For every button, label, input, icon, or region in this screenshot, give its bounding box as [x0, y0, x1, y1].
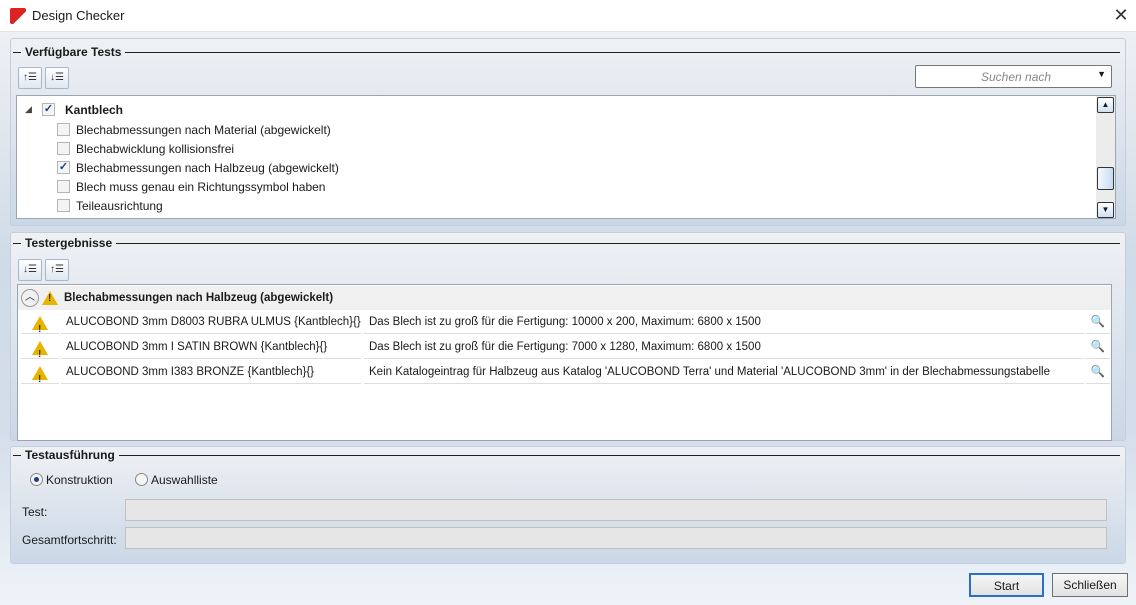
results-header: Testergebnisse [13, 236, 1120, 250]
warning-icon [32, 366, 48, 383]
warning-icon [32, 316, 48, 333]
result-group-label: Blechabmessungen nach Halbzeug (abgewick… [64, 292, 334, 304]
chevron-down-icon[interactable]: ▼ [1097, 69, 1106, 79]
close-icon[interactable]: ✕ [1110, 4, 1132, 26]
group-checkbox[interactable]: ✓ [42, 103, 55, 116]
total-progress-bar [125, 527, 1107, 549]
start-button[interactable]: Start [969, 573, 1044, 597]
available-tests-header: Verfügbare Tests [13, 45, 1120, 59]
magnifier-icon[interactable]: 🔍 [1086, 336, 1110, 359]
section-title: Testergebnisse [25, 236, 113, 250]
test-checkbox[interactable] [57, 180, 70, 193]
search-placeholder: Suchen nach [981, 70, 1052, 84]
test-item-label: Blech muss genau ein Richtungssymbol hab… [76, 180, 326, 194]
scroll-down-button[interactable]: ▼ [1097, 202, 1114, 218]
magnifier-icon[interactable]: 🔍 [1086, 311, 1110, 334]
test-item-label: Teileausrichtung [76, 199, 163, 213]
collapse-all-results-button[interactable]: ↑☰ [45, 259, 69, 281]
result-message: Das Blech ist zu groß für die Fertigung:… [364, 336, 1084, 359]
test-item-label: Blechabmessungen nach Material (abgewick… [76, 123, 331, 137]
radio-konstruktion-label: Konstruktion [46, 473, 113, 487]
section-title: Verfügbare Tests [25, 45, 122, 59]
close-button[interactable]: Schließen [1052, 573, 1128, 597]
radio-konstruktion[interactable] [30, 473, 43, 486]
radio-auswahlliste-label: Auswahlliste [151, 473, 218, 487]
collapse-icon[interactable]: ︿ [21, 289, 39, 307]
result-name: ALUCOBOND 3mm I383 BRONZE {Kantblech}{} [61, 361, 361, 384]
test-checkbox[interactable] [57, 142, 70, 155]
result-group-header[interactable]: ︿ Blechabmessungen nach Halbzeug (abgewi… [18, 286, 1111, 310]
result-message: Das Blech ist zu groß für die Fertigung:… [364, 311, 1084, 334]
section-title: Testausführung [25, 448, 115, 462]
group-label: Kantblech [65, 103, 124, 117]
result-message: Kein Katalogeintrag für Halbzeug aus Kat… [364, 361, 1084, 384]
test-checkbox[interactable] [57, 123, 70, 136]
title-bar: Design Checker ✕ [0, 0, 1136, 32]
warning-icon [32, 341, 48, 358]
app-icon [10, 8, 26, 24]
total-label: Gesamtfortschritt: [22, 533, 117, 547]
scrollbar[interactable]: ▲ ▼ [1096, 96, 1115, 218]
magnifier-icon[interactable]: 🔍 [1086, 361, 1110, 384]
result-name: ALUCOBOND 3mm I SATIN BROWN {Kantblech}{… [61, 336, 361, 359]
execution-header: Testausführung [13, 448, 1120, 462]
expand-all-button[interactable]: ↓☰ [45, 67, 69, 89]
results-list: ︿ Blechabmessungen nach Halbzeug (abgewi… [17, 284, 1112, 441]
test-item-label: Blechabmessungen nach Halbzeug (abgewick… [76, 161, 339, 175]
scroll-up-button[interactable]: ▲ [1097, 97, 1114, 113]
test-checkbox[interactable] [57, 199, 70, 212]
test-checkbox[interactable]: ✓ [57, 161, 70, 174]
tests-tree: ◢ ✓ Kantblech Blechabmessungen nach Mate… [16, 95, 1116, 219]
search-combo[interactable]: Suchen nach ▼ [915, 65, 1112, 88]
expand-all-results-button[interactable]: ↓☰ [18, 259, 42, 281]
expand-arrow-icon[interactable]: ◢ [25, 104, 32, 115]
collapse-all-button[interactable]: ↑☰ [18, 67, 42, 89]
scroll-thumb[interactable] [1097, 167, 1114, 190]
window-title: Design Checker [32, 8, 125, 23]
result-name: ALUCOBOND 3mm D8003 RUBRA ULMUS {Kantble… [61, 311, 361, 334]
test-progress-bar [125, 499, 1107, 521]
radio-auswahlliste[interactable] [135, 473, 148, 486]
test-item-label: Blechabwicklung kollisionsfrei [76, 142, 235, 156]
test-label: Test: [22, 505, 48, 519]
warning-icon [42, 291, 58, 305]
